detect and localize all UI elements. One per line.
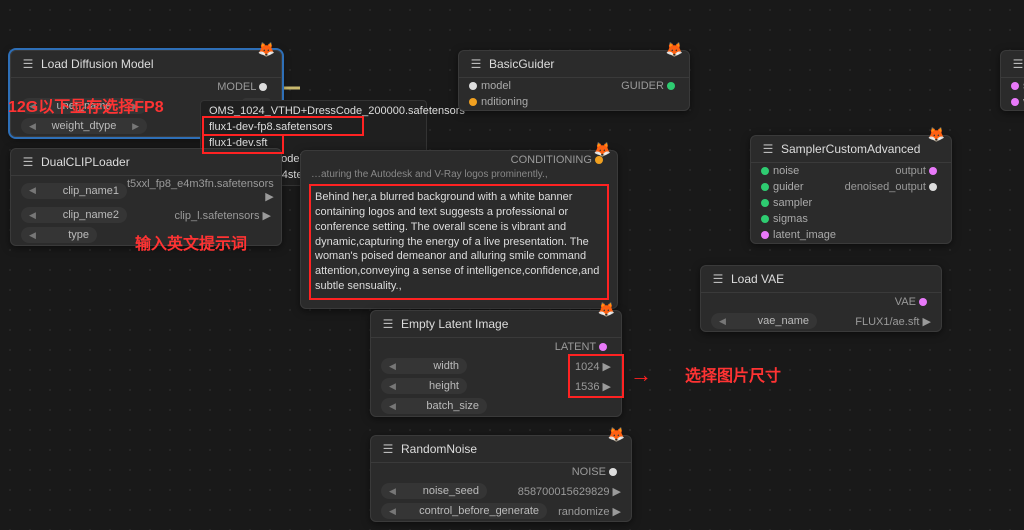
node-title: RandomNoise (401, 442, 477, 456)
param-clip-name2[interactable]: ◀clip_name2 (21, 207, 127, 223)
annotation-size: 选择图片尺寸 (685, 362, 781, 386)
param-vae-name[interactable]: ◀vae_name (711, 313, 817, 329)
value-noise-seed[interactable]: 858700015629829 ▶ (518, 485, 621, 498)
hamburger-icon[interactable] (381, 442, 395, 456)
in-noise[interactable]: noise (773, 165, 799, 177)
highlight-size-values (568, 354, 624, 398)
param-batch-size[interactable]: ◀batch_size (381, 398, 487, 414)
hamburger-icon[interactable] (711, 272, 725, 286)
node-title: Load VAE (731, 272, 784, 286)
highlight-sft-option (202, 134, 284, 154)
param-clip-name1[interactable]: ◀clip_name1 (21, 183, 127, 199)
arrow-icon: → (630, 362, 652, 388)
param-type[interactable]: ◀type (21, 227, 97, 243)
fox-icon: 🦊 (608, 426, 625, 443)
value-control-before-generate[interactable]: randomize ▶ (558, 505, 621, 518)
out-noise[interactable]: NOISE (572, 466, 621, 478)
out-model[interactable]: MODEL (217, 81, 271, 93)
param-width[interactable]: ◀width (381, 358, 467, 374)
hamburger-icon[interactable] (21, 57, 35, 71)
annotation-fp8: 12G以下显存选择FP8 (8, 93, 164, 117)
fox-icon: 🦊 (666, 41, 683, 58)
param-height[interactable]: ◀height (381, 378, 467, 394)
param-control-before-generate[interactable]: ◀control_before_generate (381, 503, 547, 519)
annotation-prompt: 输入英文提示词 (135, 230, 247, 254)
node-title: Load Diffusion Model (41, 57, 154, 71)
fox-icon: 🦊 (928, 126, 945, 143)
in-latent-image[interactable]: latent_image (773, 229, 836, 241)
fox-icon: 🦊 (258, 41, 275, 58)
node-conditioning[interactable]: 🦊 CONDITIONING …aturing the Autodesk and… (300, 150, 618, 309)
node-random-noise[interactable]: 🦊 RandomNoise NOISE ◀noise_seed858700015… (370, 435, 632, 522)
in-model[interactable]: model (481, 80, 511, 92)
hamburger-icon[interactable] (381, 317, 395, 331)
node-sampler-custom-advanced[interactable]: 🦊 SamplerCustomAdvanced noiseoutput guid… (750, 135, 952, 244)
param-noise-seed[interactable]: ◀noise_seed (381, 483, 487, 499)
out-guider[interactable]: GUIDER (621, 80, 679, 92)
node-basic-guider[interactable]: 🦊 BasicGuider modelGUIDER nditioning (458, 50, 690, 111)
hamburger-icon[interactable] (761, 142, 775, 156)
in-sampler[interactable]: sampler (773, 197, 812, 209)
prompt-fragment-top: …aturing the Autodesk and V-Ray logos pr… (301, 169, 617, 184)
node-title: BasicGuider (489, 57, 554, 71)
in-conditioning[interactable]: nditioning (481, 96, 528, 108)
in-sigmas[interactable]: sigmas (773, 213, 808, 225)
node-title: Empty Latent Image (401, 317, 508, 331)
out-latent[interactable]: LATENT (555, 341, 611, 353)
highlight-fp8-option (202, 116, 364, 136)
value-clip-name1: t5xxl_fp8_e4m3fn.safetensors ▶ (127, 178, 274, 203)
value-clip-name2: clip_l.safetensors ▶ (174, 209, 271, 222)
node-vae-decode-partial[interactable]: VA samp vae (1000, 50, 1024, 111)
fox-icon: 🦊 (594, 141, 611, 158)
out-denoised[interactable]: denoised_output (845, 181, 941, 193)
value-vae-name[interactable]: FLUX1/ae.sft ▶ (855, 315, 931, 328)
prompt-text[interactable]: Behind her,a blurred background with a w… (309, 184, 609, 300)
node-title: DualCLIPLoader (41, 155, 130, 169)
hamburger-icon[interactable] (469, 57, 483, 71)
node-title: SamplerCustomAdvanced (781, 142, 920, 156)
out-conditioning[interactable]: CONDITIONING (511, 154, 607, 166)
hamburger-icon[interactable] (21, 155, 35, 169)
fox-icon: 🦊 (598, 301, 615, 318)
param-weight-dtype[interactable]: ◀weight_dtype▶ (21, 118, 147, 134)
node-load-vae[interactable]: Load VAE VAE ◀vae_name FLUX1/ae.sft ▶ (700, 265, 942, 332)
in-guider[interactable]: guider (773, 181, 804, 193)
out-vae[interactable]: VAE (895, 296, 931, 308)
hamburger-icon[interactable] (1011, 57, 1024, 71)
out-output[interactable]: output (895, 165, 941, 177)
